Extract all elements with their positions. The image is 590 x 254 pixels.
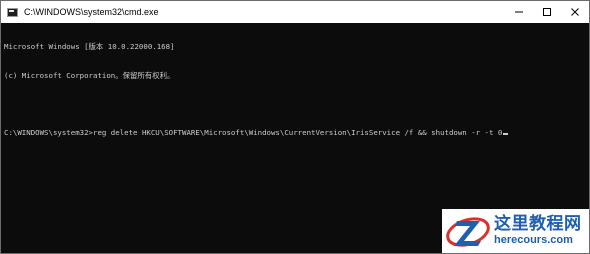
minimize-button[interactable] (505, 1, 533, 23)
herecours-logo-icon (446, 217, 490, 247)
close-icon (571, 8, 579, 16)
watermark-title: 这里教程网 (494, 214, 582, 234)
console-line-version: Microsoft Windows [版本 10.0.22000.168] (4, 42, 175, 51)
console-prompt: C:\WINDOWS\system32> (4, 127, 93, 137)
title-bar[interactable]: C:\WINDOWS\system32\cmd.exe (1, 1, 589, 23)
console-command-line[interactable]: C:\WINDOWS\system32>reg delete HKCU\SOFT… (4, 128, 581, 138)
console-command-text: reg delete HKCU\SOFTWARE\Microsoft\Windo… (93, 127, 503, 137)
maximize-icon (543, 8, 551, 16)
close-button[interactable] (561, 1, 589, 23)
site-watermark: 这里教程网 herecours.com (442, 209, 589, 253)
cmd-icon[interactable] (7, 7, 18, 17)
minimize-icon (515, 11, 523, 13)
text-cursor (503, 132, 509, 135)
maximize-button[interactable] (533, 1, 561, 23)
window-title: C:\WINDOWS\system32\cmd.exe (24, 7, 159, 17)
watermark-domain: herecours.com (494, 234, 573, 246)
console-line-copyright: (c) Microsoft Corporation。保留所有权利。 (4, 70, 175, 80)
